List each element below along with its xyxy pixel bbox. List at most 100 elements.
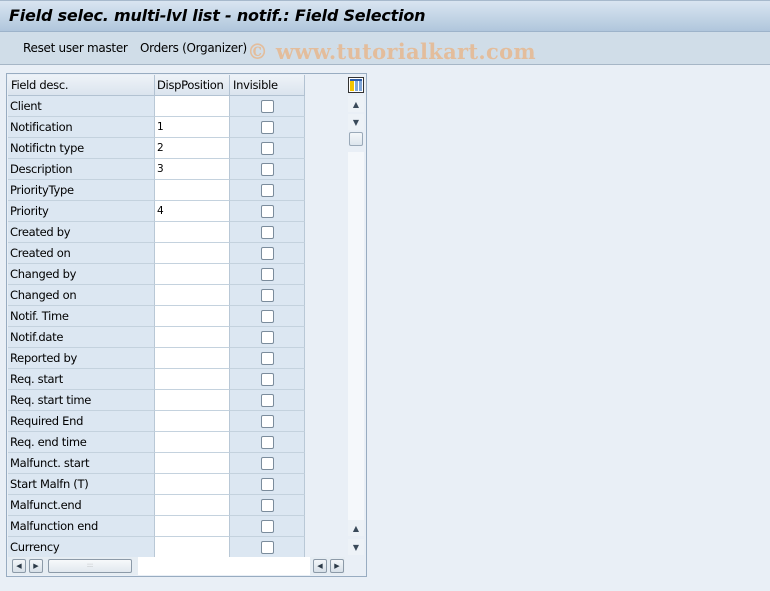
disp-position-input[interactable] xyxy=(155,495,230,516)
invisible-checkbox[interactable] xyxy=(261,478,274,491)
invisible-cell xyxy=(230,537,305,558)
disp-position-input[interactable] xyxy=(155,516,230,537)
invisible-checkbox[interactable] xyxy=(261,247,274,260)
invisible-cell xyxy=(230,348,305,369)
scroll-up-icon[interactable]: ▲ xyxy=(348,96,364,112)
table-row: Notif.date xyxy=(8,327,305,348)
disp-position-input[interactable] xyxy=(155,369,230,390)
invisible-checkbox[interactable] xyxy=(261,100,274,113)
title-bar: Field selec. multi-lvl list - notif.: Fi… xyxy=(0,0,770,32)
field-desc-cell: Reported by xyxy=(8,348,155,369)
invisible-checkbox[interactable] xyxy=(261,142,274,155)
table-row: Changed on xyxy=(8,285,305,306)
invisible-checkbox[interactable] xyxy=(261,436,274,449)
invisible-cell xyxy=(230,180,305,201)
table-row: Currency xyxy=(8,537,305,558)
field-desc-cell: Malfunct. start xyxy=(8,453,155,474)
table-row: Req. start xyxy=(8,369,305,390)
scroll-right-right-pane-icon[interactable]: ▶ xyxy=(330,559,344,573)
disp-position-input[interactable] xyxy=(155,432,230,453)
disp-position-input[interactable] xyxy=(155,390,230,411)
invisible-checkbox[interactable] xyxy=(261,415,274,428)
disp-position-input[interactable] xyxy=(155,306,230,327)
disp-position-input[interactable] xyxy=(155,327,230,348)
table-row: Created by xyxy=(8,222,305,243)
disp-position-input[interactable] xyxy=(155,348,230,369)
table-row: Malfunction end xyxy=(8,516,305,537)
disp-position-input[interactable] xyxy=(155,96,230,117)
disp-position-input[interactable] xyxy=(155,453,230,474)
invisible-cell xyxy=(230,264,305,285)
field-desc-cell: PriorityType xyxy=(8,180,155,201)
invisible-cell xyxy=(230,495,305,516)
table-row: Req. start time xyxy=(8,390,305,411)
disp-position-input[interactable] xyxy=(155,285,230,306)
invisible-checkbox[interactable] xyxy=(261,268,274,281)
disp-position-input[interactable] xyxy=(155,537,230,558)
horizontal-scrollbar[interactable]: ◀ ▶ ::: ◀ ▶ xyxy=(8,557,345,575)
vertical-scroll-thumb[interactable] xyxy=(349,132,363,146)
invisible-cell xyxy=(230,306,305,327)
disp-position-input[interactable] xyxy=(155,264,230,285)
table-row: Required End xyxy=(8,411,305,432)
table-row: Req. end time xyxy=(8,432,305,453)
disp-position-input[interactable]: 4 xyxy=(155,201,230,222)
invisible-checkbox[interactable] xyxy=(261,310,274,323)
table-header-row: Field desc. DispPosition Invisible xyxy=(8,75,305,96)
column-header-field-desc[interactable]: Field desc. xyxy=(8,75,155,96)
scroll-right-icon[interactable]: ▶ xyxy=(29,559,43,573)
disp-position-input[interactable] xyxy=(155,411,230,432)
scroll-down-bottom-icon[interactable]: ▼ xyxy=(348,539,364,555)
reset-user-master-button[interactable]: Reset user master xyxy=(23,41,128,55)
disp-position-input[interactable] xyxy=(155,180,230,201)
invisible-checkbox[interactable] xyxy=(261,205,274,218)
disp-position-input[interactable]: 3 xyxy=(155,159,230,180)
vertical-scroll-track[interactable] xyxy=(348,152,364,522)
invisible-checkbox[interactable] xyxy=(261,121,274,134)
invisible-checkbox[interactable] xyxy=(261,184,274,197)
table-row: Created on xyxy=(8,243,305,264)
invisible-checkbox[interactable] xyxy=(261,352,274,365)
table-row: Reported by xyxy=(8,348,305,369)
disp-position-input[interactable] xyxy=(155,243,230,264)
disp-position-input[interactable]: 1 xyxy=(155,117,230,138)
invisible-cell xyxy=(230,516,305,537)
invisible-checkbox[interactable] xyxy=(261,289,274,302)
vertical-scrollbar[interactable]: ▲ ▼ ▲ ▼ xyxy=(347,96,365,556)
invisible-checkbox[interactable] xyxy=(261,520,274,533)
column-header-disp-position[interactable]: DispPosition xyxy=(155,75,230,96)
scroll-down-icon[interactable]: ▼ xyxy=(348,114,364,130)
orders-organizer-button[interactable]: Orders (Organizer) xyxy=(140,41,247,55)
invisible-checkbox[interactable] xyxy=(261,499,274,512)
disp-position-input[interactable]: 2 xyxy=(155,138,230,159)
scroll-left-icon[interactable]: ◀ xyxy=(12,559,26,573)
table-row: Changed by xyxy=(8,264,305,285)
field-desc-cell: Priority xyxy=(8,201,155,222)
field-desc-cell: Required End xyxy=(8,411,155,432)
invisible-cell xyxy=(230,201,305,222)
invisible-cell xyxy=(230,411,305,432)
disp-position-input[interactable] xyxy=(155,474,230,495)
field-desc-cell: Req. start xyxy=(8,369,155,390)
invisible-checkbox[interactable] xyxy=(261,457,274,470)
table-row: PriorityType xyxy=(8,180,305,201)
column-header-invisible[interactable]: Invisible xyxy=(230,75,305,96)
invisible-checkbox[interactable] xyxy=(261,226,274,239)
scroll-up-bottom-icon[interactable]: ▲ xyxy=(348,520,364,536)
field-desc-cell: Req. start time xyxy=(8,390,155,411)
table-row: Notif. Time xyxy=(8,306,305,327)
column-layout-icon[interactable] xyxy=(348,77,364,93)
invisible-checkbox[interactable] xyxy=(261,541,274,554)
field-desc-cell: Malfunct.end xyxy=(8,495,155,516)
invisible-checkbox[interactable] xyxy=(261,394,274,407)
scroll-left-right-pane-icon[interactable]: ◀ xyxy=(313,559,327,573)
invisible-cell xyxy=(230,390,305,411)
invisible-checkbox[interactable] xyxy=(261,373,274,386)
invisible-checkbox[interactable] xyxy=(261,331,274,344)
field-desc-cell: Changed by xyxy=(8,264,155,285)
invisible-cell xyxy=(230,138,305,159)
horizontal-scroll-thumb[interactable]: ::: xyxy=(48,559,132,573)
invisible-checkbox[interactable] xyxy=(261,163,274,176)
disp-position-input[interactable] xyxy=(155,222,230,243)
invisible-cell xyxy=(230,222,305,243)
